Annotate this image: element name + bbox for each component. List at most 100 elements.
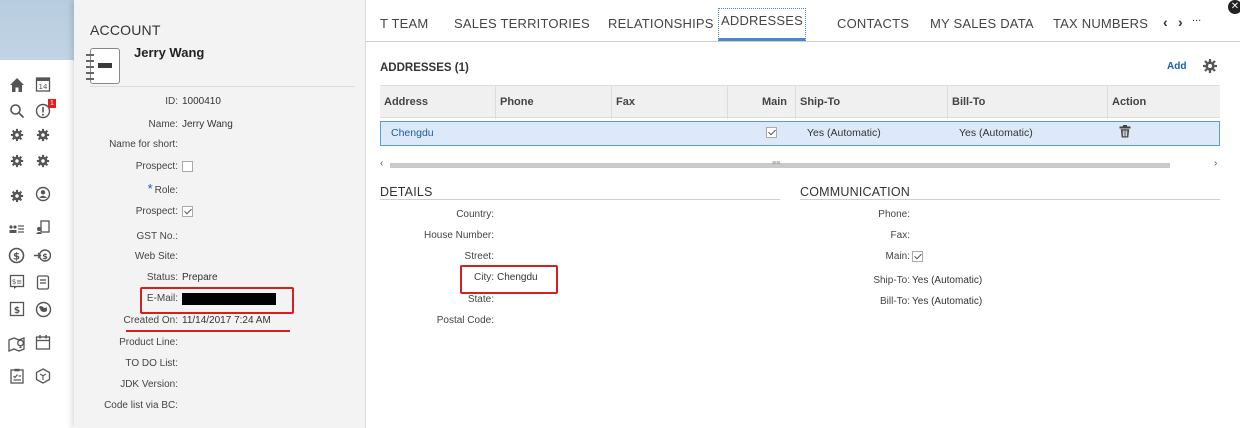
column-header-fax[interactable]: Fax	[612, 86, 728, 119]
prospect-checkbox-checked[interactable]	[182, 206, 193, 218]
svg-text:$: $	[42, 251, 48, 260]
field-web-site: Web Site:	[74, 251, 366, 267]
column-header-phone[interactable]: Phone	[496, 86, 612, 119]
email-highlight-box	[140, 287, 294, 314]
invoice-icon[interactable]: $	[8, 300, 26, 318]
field-name-for-short: Name for short:	[74, 139, 366, 155]
column-header-action[interactable]: Action	[1108, 86, 1220, 119]
detail-state: State:	[366, 294, 766, 310]
horizontal-scrollbar[interactable]: ‹ ≡≡ ›	[380, 158, 1220, 170]
settings-icon[interactable]	[8, 187, 26, 205]
settings-icon[interactable]	[34, 126, 52, 144]
add-address-button[interactable]: Add	[1167, 61, 1186, 72]
tabs-more-icon[interactable]: ...	[1192, 12, 1201, 24]
tab-my-sales-data[interactable]: MY SALES DATA	[930, 16, 1034, 31]
tabs-prev-icon[interactable]: ‹	[1163, 14, 1168, 30]
table-row[interactable]: Chengdu Yes (Automatic) Yes (Automatic)	[380, 121, 1220, 146]
field-jdk-version: JDK Version:	[74, 379, 366, 395]
field-label: Name for short:	[109, 139, 178, 150]
globe-person-icon[interactable]	[34, 300, 52, 318]
receipt-icon[interactable]: $≡	[8, 273, 26, 291]
field-product-line: Product Line:	[74, 337, 366, 353]
field-label: * Role:	[147, 181, 178, 196]
main-checkbox[interactable]	[766, 122, 777, 145]
detail-city: City: Chengdu	[366, 272, 766, 288]
prospect-checkbox[interactable]	[182, 161, 193, 173]
comm-bill-to: Bill-To: Yes (Automatic)	[766, 296, 1226, 312]
field-label: ID:	[165, 96, 178, 107]
table-settings-icon[interactable]	[1202, 58, 1218, 78]
tab-contacts[interactable]: CONTACTS	[837, 16, 909, 31]
scroll-left-icon[interactable]: ‹	[380, 158, 383, 169]
field-value: 11/14/2017 7:24 AM	[182, 315, 271, 326]
bill-to-value: Yes (Automatic)	[959, 127, 1033, 139]
field-label: Product Line:	[119, 337, 178, 348]
ship-to-value: Yes (Automatic)	[807, 127, 881, 139]
column-header-bill-to[interactable]: Bill-To	[948, 86, 1108, 119]
tab-team[interactable]: T TEAM	[380, 16, 428, 31]
close-icon[interactable]: ✕	[1228, 0, 1240, 14]
main-checkbox[interactable]	[912, 251, 923, 263]
field-label: House Number:	[423, 230, 494, 241]
notebook-icon	[86, 48, 120, 84]
home-icon[interactable]	[8, 76, 26, 94]
scroll-right-icon[interactable]: ›	[1214, 158, 1217, 169]
field-value: Yes (Automatic)	[912, 296, 983, 307]
created-on-underline	[126, 330, 290, 332]
settings-icon[interactable]	[8, 126, 26, 144]
detail-house-number: House Number:	[366, 230, 766, 246]
tab-tax-numbers[interactable]: TAX NUMBERS	[1053, 16, 1148, 31]
tab-relationships[interactable]: RELATIONSHIPS	[608, 16, 714, 31]
transfer-dollar-icon[interactable]: $	[33, 246, 51, 264]
scroll-grip[interactable]: ≡≡	[772, 160, 780, 167]
dollar-icon[interactable]: $	[7, 246, 25, 264]
account-title: ACCOUNT	[90, 22, 161, 38]
settings-icon[interactable]	[8, 152, 26, 170]
field-value: Prepare	[182, 272, 218, 283]
column-header-ship-to[interactable]: Ship-To	[796, 86, 948, 119]
details-title: DETAILS	[380, 185, 433, 199]
comm-ship-to: Ship-To: Yes (Automatic)	[766, 275, 1226, 291]
detail-country: Country:	[366, 209, 766, 225]
detail-street: Street:	[366, 251, 766, 267]
details-divider	[380, 199, 780, 200]
search-icon[interactable]	[8, 102, 26, 120]
field-label: Phone:	[878, 209, 910, 220]
detail-content: T TEAM SALES TERRITORIES RELATIONSHIPS A…	[366, 0, 1240, 428]
field-label: Web Site:	[134, 251, 178, 262]
field-value: Jerry Wang	[182, 119, 233, 130]
tab-sales-territories[interactable]: SALES TERRITORIES	[454, 16, 590, 31]
field-status: Status: Prepare	[74, 272, 366, 288]
field-name: Name: Jerry Wang	[74, 119, 366, 135]
checklist-icon[interactable]	[8, 367, 26, 385]
user-circle-icon[interactable]	[34, 185, 52, 203]
address-link[interactable]: Chengdu	[391, 122, 434, 145]
list-icon[interactable]	[8, 220, 26, 238]
field-label: Created On:	[123, 315, 178, 326]
clipboard-icon[interactable]	[34, 273, 52, 291]
field-label: Postal Code:	[436, 315, 494, 326]
tabs-next-icon[interactable]: ›	[1178, 14, 1183, 30]
calendar-icon[interactable]	[34, 333, 52, 351]
svg-text:$≡: $≡	[12, 278, 22, 286]
field-label: Code list via BC:	[104, 400, 178, 411]
comm-phone: Phone:	[766, 209, 1226, 225]
map-icon[interactable]	[8, 335, 26, 353]
column-header-address[interactable]: Address	[380, 86, 496, 119]
column-header-main[interactable]: Main	[728, 86, 796, 119]
alert-icon[interactable]: 1	[34, 99, 56, 120]
calendar-icon[interactable]: 14	[34, 74, 52, 92]
field-label: Prospect:	[135, 161, 178, 172]
settings-icon[interactable]	[34, 152, 52, 170]
addresses-table-header: Address Phone Fax Main Ship-To Bill-To A…	[380, 85, 1220, 119]
field-label: Main:	[885, 251, 910, 262]
field-value: Yes (Automatic)	[912, 275, 983, 286]
document-edit-icon[interactable]	[34, 218, 52, 236]
tab-addresses[interactable]: ADDRESSES	[718, 8, 806, 41]
communication-divider	[800, 199, 1220, 200]
package-icon[interactable]	[34, 367, 52, 385]
field-label: GST No.:	[136, 231, 179, 242]
field-label: Prospect:	[135, 206, 178, 217]
delete-icon[interactable]	[1119, 122, 1131, 145]
field-id: ID: 1000410	[74, 96, 366, 112]
